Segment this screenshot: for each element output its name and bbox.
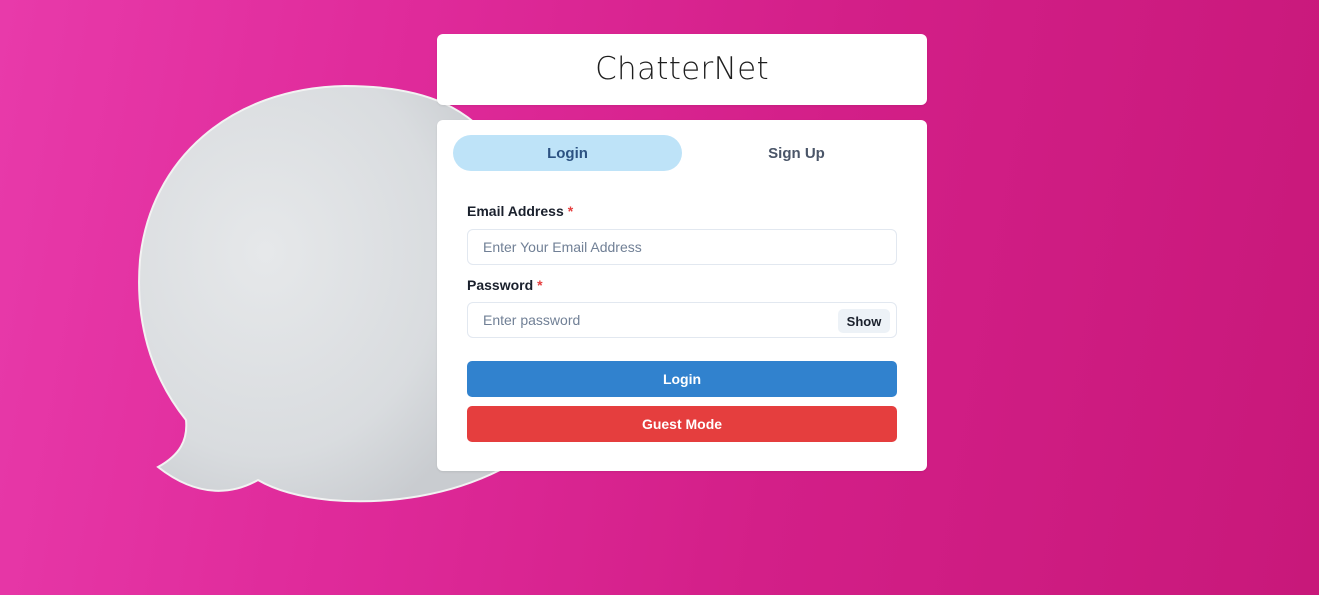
app-title: ChatterNet xyxy=(595,51,769,87)
tab-sign-up[interactable]: Sign Up xyxy=(682,135,911,171)
email-label: Email Address * xyxy=(467,203,573,219)
email-field[interactable] xyxy=(468,230,896,264)
required-mark: * xyxy=(567,203,574,219)
required-mark: * xyxy=(537,277,543,293)
auth-tabs: Login Sign Up xyxy=(453,135,911,171)
password-label: Password * xyxy=(467,277,543,293)
show-password-button[interactable]: Show xyxy=(838,309,890,333)
auth-form-card: Login Sign Up Email Address* Password* S… xyxy=(437,120,927,471)
password-label-text: Password xyxy=(467,277,534,293)
login-button[interactable]: Login xyxy=(467,361,897,397)
title-card: ChatterNet xyxy=(437,34,927,105)
email-field-wrapper xyxy=(467,229,897,265)
tab-login[interactable]: Login xyxy=(453,135,682,171)
password-field[interactable] xyxy=(468,303,896,337)
password-field-wrapper: Show xyxy=(467,302,897,338)
guest-mode-button[interactable]: Guest Mode xyxy=(467,406,897,442)
email-label-text: Email Address xyxy=(467,203,564,219)
